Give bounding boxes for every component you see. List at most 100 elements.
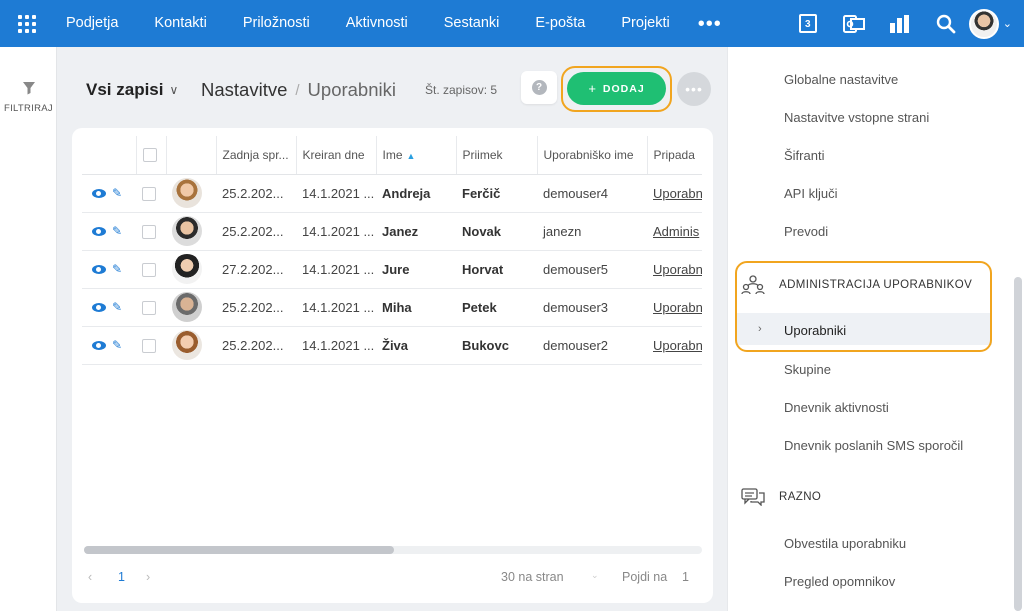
cell-group-link[interactable]: Uporabni (647, 174, 702, 213)
vertical-scrollbar[interactable] (1014, 277, 1022, 611)
settings-item-api-keys[interactable]: API ključi (784, 186, 837, 201)
nav-podjetja[interactable]: Podjetja (54, 0, 136, 47)
outlook-button[interactable] (831, 0, 877, 47)
eye-icon[interactable] (92, 226, 106, 236)
cell-group-link[interactable]: Uporabni (647, 326, 702, 365)
settings-item-user-notices[interactable]: Obvestila uporabniku (784, 536, 906, 551)
horizontal-scrollbar[interactable] (84, 546, 702, 554)
column-header-created[interactable]: Kreiran dne (295, 136, 376, 175)
apps-grid-icon (18, 14, 36, 33)
goto-page-input[interactable]: 1 (682, 570, 689, 584)
row-checkbox[interactable] (142, 300, 156, 315)
chevron-down-icon: ⌄ (591, 570, 599, 580)
filter-button[interactable]: FILTRIRAJ (0, 81, 57, 114)
nav-priloznosti[interactable]: Priložnosti (225, 0, 328, 47)
table-row[interactable]: ✎ 25.2.202... 14.1.2021 ... Andreja Ferč… (82, 174, 702, 213)
chevron-down-icon: ∨ (169, 83, 179, 97)
cell-modified: 27.2.202... (216, 250, 296, 289)
avatar-cell (166, 288, 216, 327)
column-header-modified[interactable]: Zadnja spr... (215, 136, 296, 175)
row-checkbox[interactable] (142, 262, 156, 277)
section-misc-label: RAZNO (779, 491, 822, 503)
cell-created: 14.1.2021 ... (296, 288, 376, 327)
calendar-button[interactable]: 3 (785, 0, 831, 47)
row-checkbox[interactable] (142, 338, 156, 353)
breadcrumb-parent[interactable]: Nastavitve (201, 79, 287, 101)
pencil-icon[interactable]: ✎ (112, 186, 122, 200)
nav-aktivnosti[interactable]: Aktivnosti (328, 0, 426, 47)
eye-icon[interactable] (92, 340, 106, 350)
row-select-cell (136, 288, 166, 327)
page-number[interactable]: 1 (118, 570, 125, 584)
record-count: Št. zapisov: 5 (425, 83, 498, 97)
user-admin-highlight (735, 261, 992, 352)
nav-more-button[interactable]: ••• (688, 4, 732, 44)
chevron-down-icon[interactable]: ⌄ (1003, 17, 1012, 30)
column-header-first-name[interactable]: Ime ▲ (375, 136, 456, 175)
calendar-icon: 3 (798, 14, 817, 33)
settings-item-start-page[interactable]: Nastavitve vstopne strani (784, 110, 929, 125)
settings-item-translations[interactable]: Prevodi (784, 224, 828, 239)
cell-group-link[interactable]: Uporabni (647, 288, 702, 327)
left-toolbar: FILTRIRAJ (0, 47, 57, 611)
settings-item-sms-log[interactable]: Dnevnik poslanih SMS sporočil (784, 438, 963, 453)
apps-grid-button[interactable] (0, 0, 54, 47)
reports-button[interactable] (877, 0, 923, 47)
row-checkbox[interactable] (142, 224, 156, 239)
cell-first-name: Janez (376, 212, 456, 251)
cell-group-link[interactable]: Uporabni (647, 250, 702, 289)
nav-e-posta[interactable]: E-pošta (517, 0, 603, 47)
prev-page-button[interactable]: ‹ (88, 570, 92, 584)
settings-item-reminders[interactable]: Pregled opomnikov (784, 574, 895, 589)
eye-icon[interactable] (92, 188, 106, 198)
pencil-icon[interactable]: ✎ (112, 338, 122, 352)
pencil-icon[interactable]: ✎ (112, 262, 122, 276)
cell-created: 14.1.2021 ... (296, 174, 376, 213)
cell-last-name: Horvat (456, 250, 537, 289)
more-actions-button[interactable]: ••• (677, 72, 711, 106)
select-all-checkbox[interactable] (142, 148, 157, 163)
avatar-cell (166, 212, 216, 251)
top-icons: 3 ⌄ (785, 0, 1024, 47)
cell-last-name: Ferčič (456, 174, 537, 213)
records-card: Zadnja spr... Kreiran dne Ime ▲ Priimek U… (72, 128, 713, 603)
funnel-icon (22, 82, 35, 95)
search-button[interactable] (923, 0, 969, 47)
add-button[interactable]: + DODAJ (567, 72, 666, 105)
row-actions: ✎ (82, 174, 136, 213)
view-selector-label: Vsi zapisi (86, 80, 164, 99)
column-header-first-name-label: Ime (382, 147, 403, 162)
eye-icon[interactable] (92, 302, 106, 312)
table-row[interactable]: ✎ 27.2.202... 14.1.2021 ... Jure Horvat … (82, 250, 702, 289)
row-select-cell (136, 174, 166, 213)
nav-projekti[interactable]: Projekti (603, 0, 687, 47)
nav-kontakti[interactable]: Kontakti (136, 0, 224, 47)
breadcrumb: Nastavitve / Uporabniki (201, 79, 396, 101)
table-row[interactable]: ✎ 25.2.202... 14.1.2021 ... Živa Bukovc … (82, 326, 702, 365)
settings-item-activity-log[interactable]: Dnevnik aktivnosti (784, 400, 889, 415)
view-selector[interactable]: Vsi zapisi ∨ (86, 80, 178, 100)
column-header-last-name[interactable]: Priimek (455, 136, 537, 175)
cell-group-link[interactable]: Adminis (647, 212, 702, 251)
eye-icon[interactable] (92, 264, 106, 274)
pencil-icon[interactable]: ✎ (112, 224, 122, 238)
table-header-row: Zadnja spr... Kreiran dne Ime ▲ Priimek U… (82, 136, 702, 175)
next-page-button[interactable]: › (146, 570, 150, 584)
row-checkbox[interactable] (142, 186, 156, 201)
pencil-icon[interactable]: ✎ (112, 300, 122, 314)
column-header-group[interactable]: Pripada (646, 136, 702, 175)
settings-item-codelists[interactable]: Šifranti (784, 148, 824, 163)
column-header-username[interactable]: Uporabniško ime (536, 136, 647, 175)
avatar-cell (166, 174, 216, 213)
settings-item-groups[interactable]: Skupine (784, 362, 831, 377)
table-row[interactable]: ✎ 25.2.202... 14.1.2021 ... Janez Novak … (82, 212, 702, 251)
table-row[interactable]: ✎ 25.2.202... 14.1.2021 ... Miha Petek d… (82, 288, 702, 327)
cell-modified: 25.2.202... (216, 212, 296, 251)
help-button[interactable]: ? (521, 71, 557, 104)
settings-item-global[interactable]: Globalne nastavitve (784, 72, 898, 87)
cell-username: demouser2 (537, 326, 647, 365)
nav-sestanki[interactable]: Sestanki (426, 0, 518, 47)
horizontal-scrollbar-thumb[interactable] (84, 546, 394, 554)
user-avatar[interactable] (968, 8, 999, 39)
page-size-select[interactable]: 30 na stran (501, 570, 564, 584)
